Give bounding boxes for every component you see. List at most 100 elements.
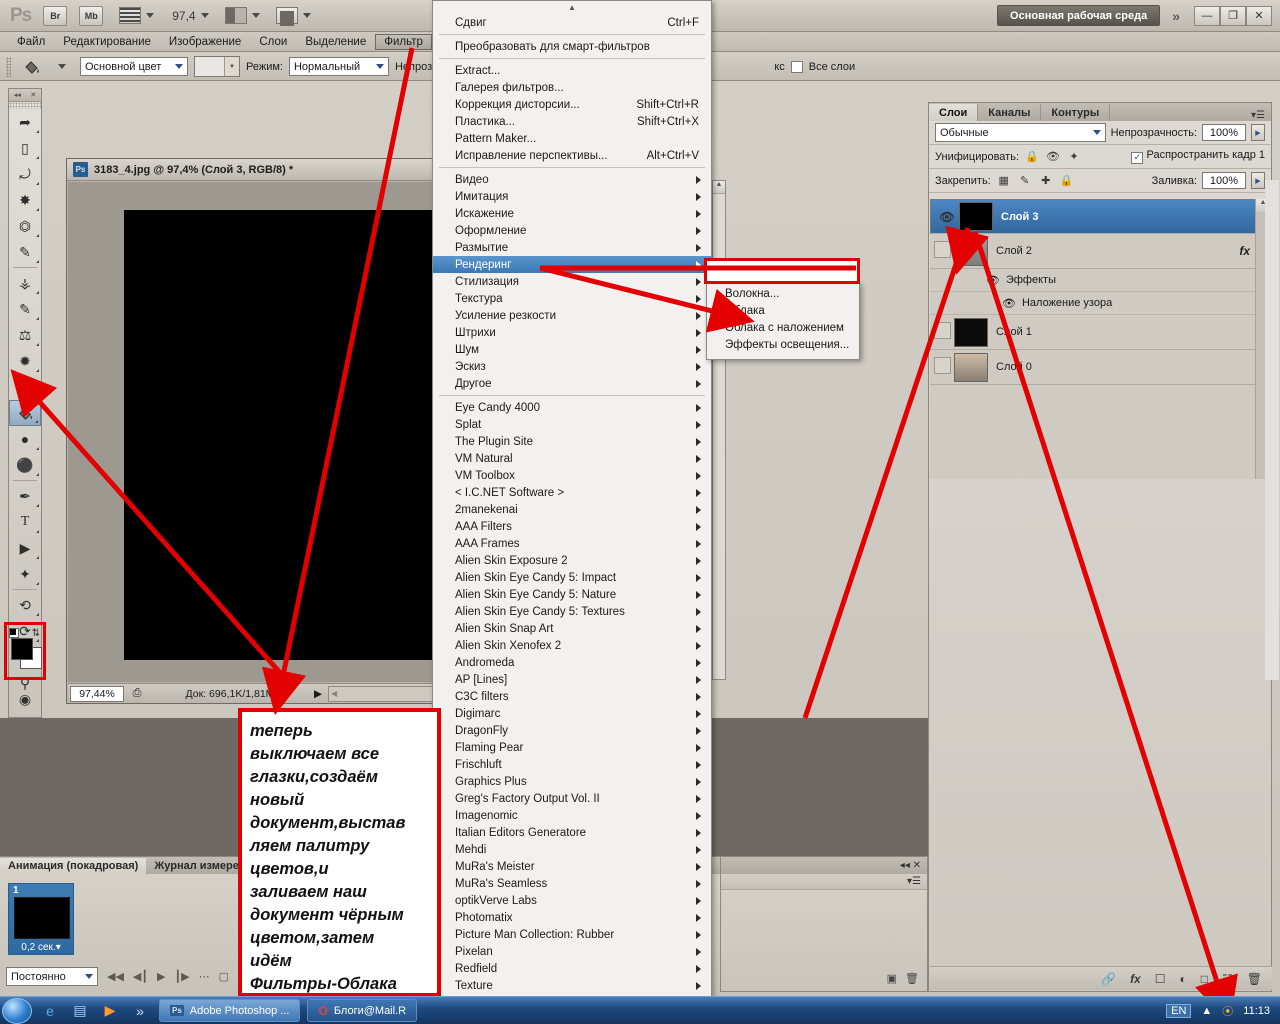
frame-thumbnail[interactable]: [14, 897, 70, 939]
taskbar-item-photoshop[interactable]: Ps Adobe Photoshop ...: [159, 999, 301, 1022]
effect-visibility-icon[interactable]: 👁: [1002, 297, 1016, 310]
effects-visibility-icon[interactable]: 👁: [986, 274, 1000, 287]
language-indicator[interactable]: EN: [1166, 1003, 1192, 1018]
tray-app-icon[interactable]: ⦿: [1222, 1003, 1233, 1019]
menu-item-video[interactable]: Видео: [433, 171, 711, 188]
lock-pixels-icon[interactable]: ✎: [1017, 173, 1033, 189]
duplicate-frame-icon[interactable]: ▢: [219, 970, 229, 983]
menu-item-lens-correction[interactable]: Коррекция дисторсии... Shift+Ctrl+R: [433, 96, 711, 113]
layer-thumbnail[interactable]: [954, 317, 988, 347]
submenu-item-fibers[interactable]: Волокна...: [707, 285, 859, 302]
delete-layer-icon[interactable]: 🗑: [1247, 972, 1262, 986]
menu-layers[interactable]: Слои: [250, 34, 296, 50]
table-row[interactable]: Слой 2 fx: [930, 234, 1272, 269]
new-group-icon[interactable]: □: [1201, 972, 1208, 986]
animation-frame[interactable]: 1 0,2 сек.▾: [8, 883, 74, 955]
menu-item-plugin[interactable]: Italian Editors Generatore: [433, 824, 711, 841]
screen-mode-chevron-icon[interactable]: [302, 13, 311, 18]
horizontal-scrollbar[interactable]: ◀: [328, 685, 446, 702]
table-row[interactable]: Слой 0: [930, 350, 1272, 385]
menu-item-plugin[interactable]: Photomatix: [433, 909, 711, 926]
menu-edit[interactable]: Редактирование: [54, 34, 160, 50]
menu-item-plugin[interactable]: Flaming Pear: [433, 739, 711, 756]
menu-item-plugin[interactable]: MuRa's Seamless: [433, 875, 711, 892]
document-profile-icon[interactable]: ⎙: [124, 687, 150, 700]
link-layers-icon[interactable]: 🔗: [1101, 972, 1116, 986]
tool-lasso[interactable]: ⤾: [9, 161, 41, 187]
menu-item-sketch[interactable]: Эскиз: [433, 358, 711, 375]
next-frame-icon[interactable]: ┃▶: [174, 970, 189, 983]
menu-item-plugin[interactable]: Alien Skin Eye Candy 5: Impact: [433, 569, 711, 586]
lock-transparency-icon[interactable]: ▦: [996, 173, 1012, 189]
menu-item-plugin[interactable]: optikVerve Labs: [433, 892, 711, 909]
show-hidden-icons-icon[interactable]: ▲: [1201, 1005, 1212, 1017]
collapse-icon[interactable]: ◂◂: [14, 91, 21, 99]
quick-mask-icon[interactable]: ◉: [10, 686, 40, 712]
menu-item-plugin[interactable]: Digimarc: [433, 705, 711, 722]
bridge-button[interactable]: Br: [43, 5, 68, 26]
menu-item-sharpen[interactable]: Усиление резкости: [433, 307, 711, 324]
tab-animation[interactable]: Анимация (покадровая): [0, 858, 147, 874]
menu-item-plugin[interactable]: VM Toolbox: [433, 467, 711, 484]
new-layer-icon[interactable]: ☷: [1222, 972, 1233, 986]
quick-launch-chevron-icon[interactable]: »: [128, 999, 152, 1023]
canvas-image[interactable]: [124, 210, 434, 660]
menu-item-plugin[interactable]: Pixelan: [433, 943, 711, 960]
secondary-panel-menu-icon[interactable]: ▾☰: [721, 874, 927, 890]
menu-filter[interactable]: Фильтр: [375, 33, 432, 50]
menu-item-plugin[interactable]: Andromeda: [433, 654, 711, 671]
menu-item-plugin[interactable]: Splat: [433, 416, 711, 433]
submenu-item-clouds[interactable]: Облака: [707, 302, 859, 319]
menu-item-plugin[interactable]: Greg's Factory Output Vol. II: [433, 790, 711, 807]
arrange-documents-icon[interactable]: [224, 7, 247, 24]
adjustment-layer-icon[interactable]: ◐: [1180, 972, 1187, 986]
layer-blend-mode-select[interactable]: Обычные: [935, 123, 1106, 142]
layer-thumbnail[interactable]: [959, 202, 993, 231]
tool-eyedropper[interactable]: ✎: [9, 239, 41, 265]
menu-file[interactable]: Файл: [8, 34, 54, 50]
layer-visibility-toggle[interactable]: 👁: [935, 210, 959, 224]
menu-item-plugin[interactable]: The Plugin Site: [433, 433, 711, 450]
menu-item-plugin[interactable]: AAA Frames: [433, 535, 711, 552]
toolbox-header[interactable]: ◂◂ ✕: [9, 89, 41, 102]
layer-opacity-spinner[interactable]: ▶: [1251, 124, 1265, 141]
menu-item-plugin[interactable]: C3C filters: [433, 688, 711, 705]
tool-paint-bucket[interactable]: [9, 400, 41, 426]
show-desktop-icon[interactable]: ▤: [68, 999, 92, 1023]
zoom-level-value[interactable]: 97,4: [172, 9, 195, 23]
layer-mask-icon[interactable]: ☐: [1155, 972, 1166, 986]
document-title-bar[interactable]: Ps 3183_4.jpg @ 97,4% (Слой 3, RGB/8) *: [67, 159, 445, 181]
loop-select[interactable]: Постоянно: [6, 967, 98, 986]
menu-item-convert-smart-filters[interactable]: Преобразовать для смарт-фильтров: [433, 38, 711, 55]
panel-menu-icon[interactable]: ▾☰: [1251, 110, 1265, 121]
menu-item-vanishing-point[interactable]: Исправление перспективы... Alt+Ctrl+V: [433, 147, 711, 164]
menu-item-brush-strokes[interactable]: Штрихи: [433, 324, 711, 341]
menu-item-plugin[interactable]: Eye Candy 4000: [433, 399, 711, 416]
tool-blur[interactable]: ⚫: [9, 452, 41, 478]
paint-bucket-icon[interactable]: [17, 56, 47, 78]
menu-item-plugin[interactable]: Mehdi: [433, 841, 711, 858]
screen-mode-icon[interactable]: [275, 7, 298, 26]
document-vertical-scrollbar[interactable]: ▲: [712, 180, 726, 680]
tween-icon[interactable]: ⋯: [199, 970, 210, 983]
zoom-chevron-icon[interactable]: [200, 13, 209, 18]
unify-style-icon[interactable]: ✦: [1066, 149, 1082, 165]
menu-item-plugin[interactable]: Frischluft: [433, 756, 711, 773]
unify-visibility-icon[interactable]: 👁: [1045, 149, 1061, 165]
status-menu-arrow-icon[interactable]: ▶: [310, 688, 326, 700]
workspace-selector-button[interactable]: Основная рабочая среда: [997, 5, 1161, 26]
layer-fx-icon[interactable]: fx: [1239, 244, 1250, 258]
frame-delay[interactable]: 0,2 сек.▾: [9, 942, 73, 953]
lock-position-icon[interactable]: ✚: [1038, 173, 1054, 189]
submenu-item-lighting-effects[interactable]: Эффекты освещения...: [707, 336, 859, 353]
menu-item-blur[interactable]: Размытие: [433, 239, 711, 256]
tool-gradient[interactable]: ●: [9, 426, 41, 452]
table-row[interactable]: 👁 Слой 3: [930, 199, 1272, 234]
mini-bridge-button[interactable]: Mb: [79, 5, 104, 26]
layer-thumbnail[interactable]: [954, 236, 988, 266]
tab-channels[interactable]: Каналы: [978, 104, 1042, 121]
menu-item-plugin[interactable]: DragonFly: [433, 722, 711, 739]
tool-healing-brush[interactable]: ⚶: [9, 270, 41, 296]
menu-item-plugin[interactable]: Alien Skin Eye Candy 5: Textures: [433, 603, 711, 620]
taskbar-item-browser[interactable]: O Блоги@Mail.R: [307, 999, 418, 1022]
